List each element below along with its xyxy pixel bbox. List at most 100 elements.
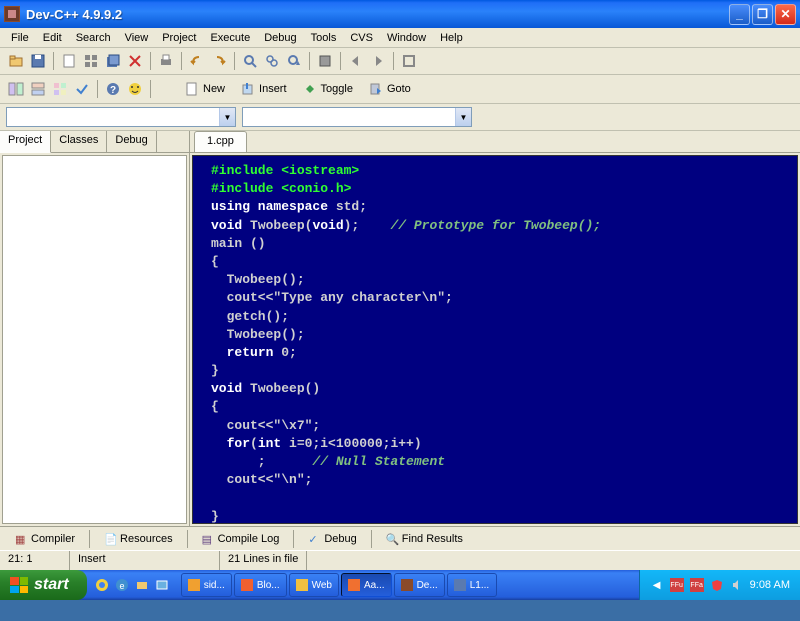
tool-replace-icon[interactable] [262, 51, 282, 71]
menu-project[interactable]: Project [155, 30, 203, 46]
toggle-button[interactable]: Toggle [296, 78, 360, 100]
task-button[interactable]: De... [394, 573, 445, 597]
task-button[interactable]: sid... [181, 573, 232, 597]
windows-taskbar: start e sid...Blo...WebAa...De...L1... ◀… [0, 570, 800, 600]
ql-ie-icon[interactable]: e [113, 576, 131, 594]
windows-logo-icon [10, 577, 28, 593]
tool-redo-icon[interactable] [209, 51, 229, 71]
start-label: start [34, 576, 69, 594]
system-tray: ◀ FFu FFa 9:08 AM [639, 570, 800, 600]
main-toolbar [0, 48, 800, 75]
status-info: 21 Lines in file [220, 551, 307, 570]
status-mode: Insert [70, 551, 220, 570]
taskbar-clock[interactable]: 9:08 AM [750, 579, 790, 591]
tool-compile-icon[interactable] [315, 51, 335, 71]
file-tab[interactable]: 1.cpp [194, 131, 247, 152]
menu-view[interactable]: View [118, 30, 156, 46]
tool-forward-icon[interactable] [368, 51, 388, 71]
goto-label: Goto [387, 83, 411, 95]
menu-window[interactable]: Window [380, 30, 433, 46]
svg-text:e: e [119, 581, 124, 591]
file-tabs: 1.cpp [190, 131, 800, 153]
tool-grid-icon[interactable] [81, 51, 101, 71]
tool-help-icon[interactable]: ? [103, 79, 123, 99]
goto-button[interactable]: Goto [362, 78, 418, 100]
toggle-label: Toggle [321, 83, 353, 95]
tool-saveall-icon[interactable] [103, 51, 123, 71]
bottom-tab-compile-log[interactable]: ▤Compile Log [193, 529, 289, 549]
tool-undo-icon[interactable] [187, 51, 207, 71]
menu-execute[interactable]: Execute [203, 30, 257, 46]
tool-panes3-icon[interactable] [50, 79, 70, 99]
tool-findnext-icon[interactable] [284, 51, 304, 71]
menu-help[interactable]: Help [433, 30, 470, 46]
bottom-tabs: ▦Compiler 📄Resources ▤Compile Log ✓Debug 🔍Fi… [0, 526, 800, 550]
project-tree[interactable] [2, 155, 187, 524]
bottom-tab-debug[interactable]: ✓Debug [299, 529, 365, 549]
window-titlebar: Dev-C++ 4.9.9.2 _ ❐ ✕ [0, 0, 800, 28]
svg-text:?: ? [110, 85, 116, 96]
left-panel: ProjectClassesDebug [0, 131, 190, 526]
minimize-button[interactable]: _ [729, 4, 750, 25]
editor-panel: 1.cpp #include <iostream> #include <coni… [190, 131, 800, 526]
menu-tools[interactable]: Tools [304, 30, 344, 46]
ql-desktop-icon[interactable] [153, 576, 171, 594]
task-buttons: sid...Blo...WebAa...De...L1... [177, 573, 639, 597]
tool-box-icon[interactable] [399, 51, 419, 71]
task-button[interactable]: Web [289, 573, 339, 597]
left-tab-classes[interactable]: Classes [51, 131, 107, 152]
new-button[interactable]: New [178, 78, 232, 100]
bottom-tab-compiler[interactable]: ▦Compiler [6, 529, 84, 549]
menubar: FileEditSearchViewProjectExecuteDebugToo… [0, 28, 800, 48]
status-bar: 21: 1 Insert 21 Lines in file [0, 550, 800, 570]
menu-debug[interactable]: Debug [257, 30, 303, 46]
close-button[interactable]: ✕ [775, 4, 796, 25]
tool-remove-icon[interactable] [125, 51, 145, 71]
class-combo[interactable]: ▼ [6, 107, 236, 127]
bottom-tab-find-results[interactable]: 🔍Find Results [377, 529, 472, 549]
quick-launch: e [87, 576, 177, 594]
left-tab-project[interactable]: Project [0, 131, 51, 153]
tool-back-icon[interactable] [346, 51, 366, 71]
task-button[interactable]: Blo... [234, 573, 287, 597]
task-button[interactable]: L1... [447, 573, 497, 597]
menu-edit[interactable]: Edit [36, 30, 69, 46]
tool-find-icon[interactable] [240, 51, 260, 71]
tool-panes1-icon[interactable] [6, 79, 26, 99]
tray-volume-icon[interactable] [730, 578, 744, 592]
new-label: New [203, 83, 225, 95]
status-position: 21: 1 [0, 551, 70, 570]
tray-shield-icon[interactable] [710, 578, 724, 592]
left-tab-debug[interactable]: Debug [107, 131, 156, 152]
combo-row: ▼ ▼ [0, 104, 800, 131]
insert-label: Insert [259, 83, 287, 95]
tool-panes2-icon[interactable] [28, 79, 48, 99]
insert-button[interactable]: Insert [234, 78, 294, 100]
tool-check-icon[interactable] [72, 79, 92, 99]
window-title: Dev-C++ 4.9.9.2 [26, 7, 729, 22]
ql-explorer-icon[interactable] [133, 576, 151, 594]
tray-arrow-icon[interactable]: ◀ [650, 578, 664, 592]
tool-print-icon[interactable] [156, 51, 176, 71]
chevron-down-icon: ▼ [219, 108, 235, 126]
tool-about-icon[interactable] [125, 79, 145, 99]
chevron-down-icon: ▼ [455, 108, 471, 126]
start-button[interactable]: start [0, 570, 87, 600]
tray-app1-icon[interactable]: FFu [670, 578, 684, 592]
left-tabs: ProjectClassesDebug [0, 131, 189, 153]
ql-chrome-icon[interactable] [93, 576, 111, 594]
menu-cvs[interactable]: CVS [343, 30, 380, 46]
bottom-tab-resources[interactable]: 📄Resources [95, 529, 182, 549]
function-combo[interactable]: ▼ [242, 107, 472, 127]
maximize-button[interactable]: ❐ [752, 4, 773, 25]
menu-search[interactable]: Search [69, 30, 118, 46]
task-button[interactable]: Aa... [341, 573, 392, 597]
menu-file[interactable]: File [4, 30, 36, 46]
tool-open-icon[interactable] [6, 51, 26, 71]
tool-newfile-icon[interactable] [59, 51, 79, 71]
code-editor[interactable]: #include <iostream> #include <conio.h> u… [192, 155, 798, 524]
app-icon [4, 6, 20, 22]
tool-save-icon[interactable] [28, 51, 48, 71]
second-toolbar: ? New Insert Toggle Goto [0, 75, 800, 104]
tray-app2-icon[interactable]: FFa [690, 578, 704, 592]
